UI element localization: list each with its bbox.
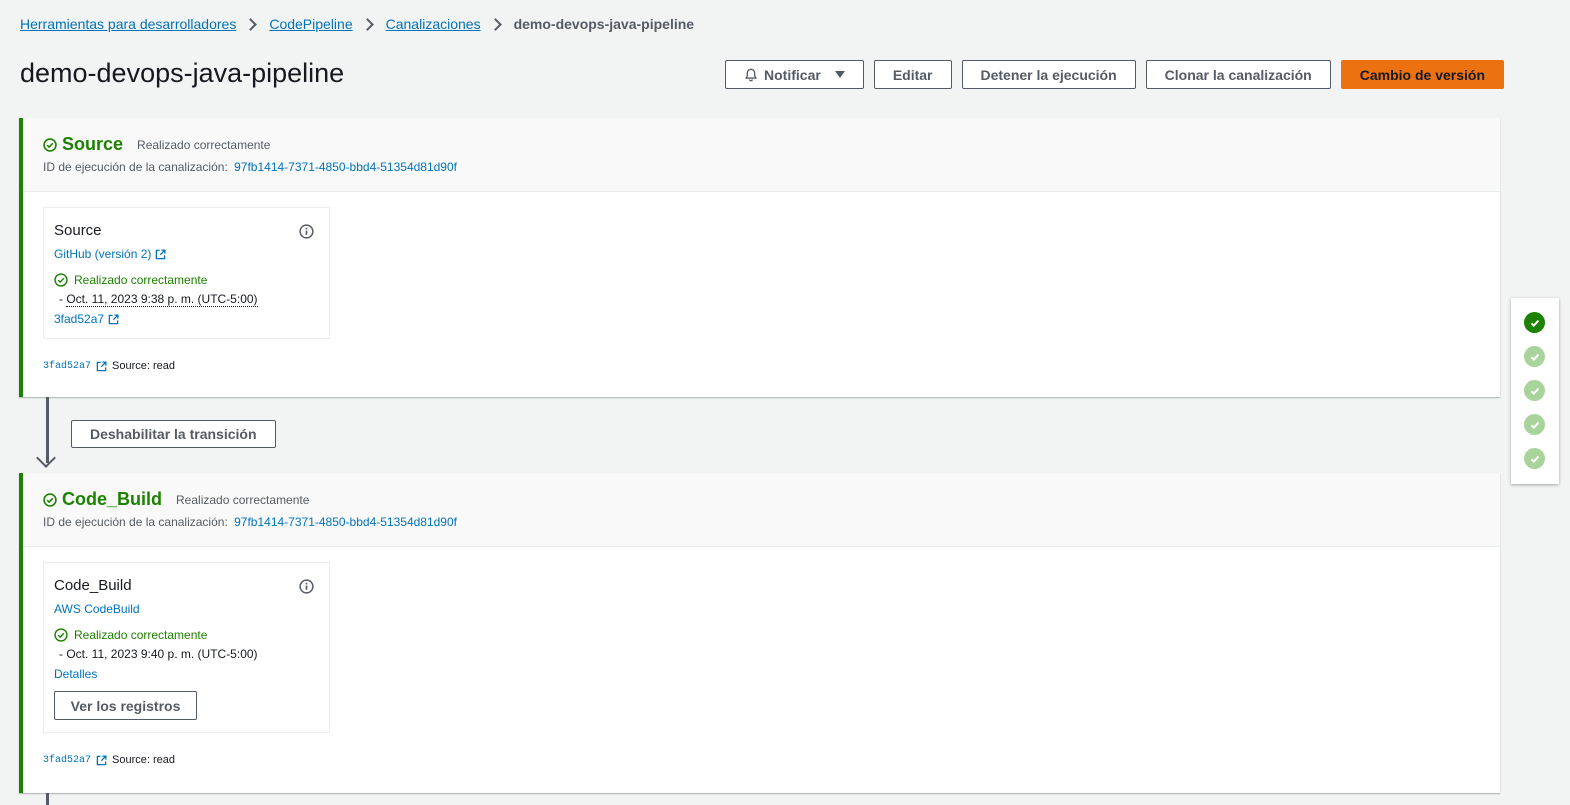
action-time: - Oct. 11, 2023 9:38 p. m. (UTC-5:00) [59,292,258,307]
external-link-icon[interactable] [96,360,107,372]
artifact-row: 3fad52a7 Source: read [43,754,1480,766]
breadcrumb-codepipeline[interactable]: CodePipeline [269,16,352,32]
action-card-code-build: Code_Build AWS CodeBuild Realizado corre… [43,562,330,733]
release-change-button[interactable]: Cambio de versión [1340,60,1504,89]
external-link-icon[interactable] [96,754,107,766]
stage-nav-check-icon[interactable] [1524,414,1545,435]
action-status: Realizado correctamente [74,628,208,642]
transition-arrow [46,793,49,805]
stage-source: Source Realizado correctamente ID de eje… [19,118,1500,397]
chevron-right-icon [244,17,258,31]
external-link-icon[interactable] [155,248,166,260]
provider-link[interactable]: AWS CodeBuild [54,602,140,616]
breadcrumb-current: demo-devops-java-pipeline [513,16,695,32]
stage-nav-active-check-icon[interactable] [1524,312,1545,333]
bell-icon [745,68,757,81]
check-icon [1530,319,1539,327]
info-icon[interactable] [299,579,314,594]
action-time: - Oct. 11, 2023 9:40 p. m. (UTC-5:00) [59,647,258,661]
execution-id-link[interactable]: 97fb1414-7371-4850-bbd4-51354d81d90f [234,515,457,529]
action-timestamp: Oct. 11, 2023 9:40 p. m. (UTC-5:00) [66,647,258,661]
action-card-source: Source GitHub (versión 2) Realizado corr… [43,207,330,339]
stage-name: Source [62,134,124,154]
stage-name: Code_Build [62,489,163,509]
details-link[interactable]: Detalles [54,667,97,681]
stage-status: Realizado correctamente [176,492,310,507]
chevron-right-icon [360,17,374,31]
artifact-row: 3fad52a7 Source: read [43,360,1480,372]
provider-link[interactable]: GitHub (versión 2) [54,247,151,261]
action-name: Code_Build [54,577,132,594]
execution-id-label: ID de ejecución de la canalización: [43,160,228,174]
commit-link[interactable]: 3fad52a7 [54,312,104,326]
check-icon [1530,353,1539,361]
success-check-icon [54,628,68,642]
artifact-commit-link[interactable]: 3fad52a7 [43,361,91,372]
stage-nav-check-icon[interactable] [1524,346,1545,367]
header-actions: Notificar Editar Detener la ejecución Cl… [725,60,1504,89]
clone-pipeline-button[interactable]: Clonar la canalización [1145,60,1331,89]
notify-button[interactable]: Notificar [725,60,864,89]
disable-transition-button[interactable]: Deshabilitar la transición [71,420,276,448]
artifact-label: Source: read [112,754,175,766]
stage-header: Source Realizado correctamente ID de eje… [23,118,1500,192]
arrow-down-icon [36,448,56,468]
success-check-icon [54,273,68,287]
action-status: Realizado correctamente [74,273,208,287]
artifact-label: Source: read [112,360,175,372]
check-icon [1530,455,1539,463]
success-check-icon [43,137,57,152]
notify-label: Notificar [764,66,821,83]
breadcrumb-pipelines[interactable]: Canalizaciones [386,16,481,32]
chevron-right-icon [488,17,502,31]
artifact-commit-link[interactable]: 3fad52a7 [43,755,91,766]
success-check-icon [43,492,57,507]
action-name: Source [54,222,102,239]
execution-id-link[interactable]: 97fb1414-7371-4850-bbd4-51354d81d90f [234,160,457,174]
stage-nav-check-icon[interactable] [1524,380,1545,401]
breadcrumb: Herramientas para desarrolladores CodePi… [20,16,694,32]
caret-down-icon [834,71,845,78]
stage-nav-check-icon[interactable] [1524,448,1545,469]
view-logs-button[interactable]: Ver los registros [54,691,197,720]
stage-header: Code_Build Realizado correctamente ID de… [23,473,1500,547]
check-icon [1530,387,1539,395]
stage-status: Realizado correctamente [137,137,271,152]
info-icon[interactable] [299,224,314,239]
edit-button[interactable]: Editar [873,60,952,89]
check-icon [1530,421,1539,429]
action-timestamp: Oct. 11, 2023 9:38 p. m. (UTC-5:00) [66,292,258,307]
stage-code-build: Code_Build Realizado correctamente ID de… [19,473,1500,793]
breadcrumb-developer-tools[interactable]: Herramientas para desarrolladores [20,16,236,32]
execution-id-label: ID de ejecución de la canalización: [43,515,228,529]
stop-execution-button[interactable]: Detener la ejecución [961,60,1136,89]
stage-navigator [1511,298,1559,484]
external-link-icon[interactable] [108,313,119,325]
page-title: demo-devops-java-pipeline [20,58,345,88]
